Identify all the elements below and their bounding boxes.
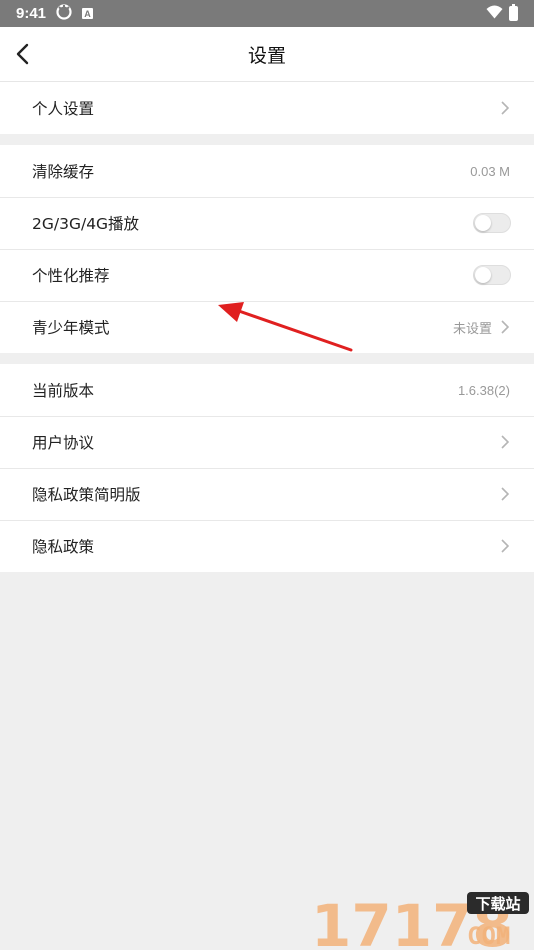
row-label: 个人设置	[32, 100, 95, 118]
sync-icon	[56, 3, 72, 24]
chevron-right-icon	[500, 100, 510, 116]
title-bar: 设置	[0, 27, 534, 82]
chevron-right-icon	[500, 434, 510, 450]
site-watermark-logo: 17178 下载站 COM	[311, 892, 529, 950]
row-label: 隐私政策简明版	[32, 486, 141, 504]
group-divider	[0, 134, 534, 145]
chevron-left-icon	[16, 43, 29, 65]
row-label: 2G/3G/4G播放	[32, 215, 140, 233]
chevron-right-icon	[500, 486, 510, 502]
mobile-network-playback-row: 2G/3G/4G播放	[0, 197, 534, 249]
privacy-policy-row[interactable]: 隐私政策	[0, 520, 534, 572]
status-time: 9:41	[16, 5, 47, 22]
wifi-icon	[486, 5, 503, 23]
clear-cache-row[interactable]: 清除缓存 0.03 M	[0, 145, 534, 197]
personalized-recommendation-row: 个性化推荐	[0, 249, 534, 301]
row-label: 当前版本	[32, 382, 95, 400]
settings-group-playback: 清除缓存 0.03 M 2G/3G/4G播放 个性化推荐 青少年模式 未设置	[0, 145, 534, 353]
row-label: 隐私政策	[32, 538, 95, 556]
personal-settings-row[interactable]: 个人设置	[0, 82, 534, 134]
teen-mode-row[interactable]: 青少年模式 未设置	[0, 301, 534, 353]
toggle-knob	[475, 215, 491, 231]
version-value: 1.6.38(2)	[457, 382, 510, 398]
watermark-suffix: COM	[467, 922, 510, 950]
cache-size-value: 0.03 M	[470, 163, 510, 179]
watermark-badge: 下载站	[475, 895, 520, 913]
teen-mode-status: 未设置	[452, 320, 492, 336]
current-version-row: 当前版本 1.6.38(2)	[0, 364, 534, 416]
row-label: 清除缓存	[32, 163, 95, 181]
page-title: 设置	[247, 44, 286, 67]
recommendation-toggle[interactable]	[473, 265, 511, 285]
status-bar: 9:41 A	[0, 0, 534, 27]
chevron-right-icon	[500, 319, 510, 335]
row-label: 青少年模式	[32, 319, 110, 337]
row-label: 用户协议	[32, 434, 95, 452]
settings-group-about: 当前版本 1.6.38(2) 用户协议 隐私政策简明版 隐私政策	[0, 364, 534, 572]
toggle-knob	[475, 267, 491, 283]
notification-icon: A	[82, 8, 94, 19]
mobile-playback-toggle[interactable]	[473, 213, 511, 233]
chevron-right-icon	[500, 538, 510, 554]
settings-group-account: 个人设置	[0, 82, 534, 134]
privacy-policy-summary-row[interactable]: 隐私政策简明版	[0, 468, 534, 520]
user-agreement-row[interactable]: 用户协议	[0, 416, 534, 468]
row-label: 个性化推荐	[32, 267, 110, 285]
battery-icon	[509, 4, 518, 21]
back-button[interactable]	[6, 38, 38, 70]
group-divider	[0, 353, 534, 364]
